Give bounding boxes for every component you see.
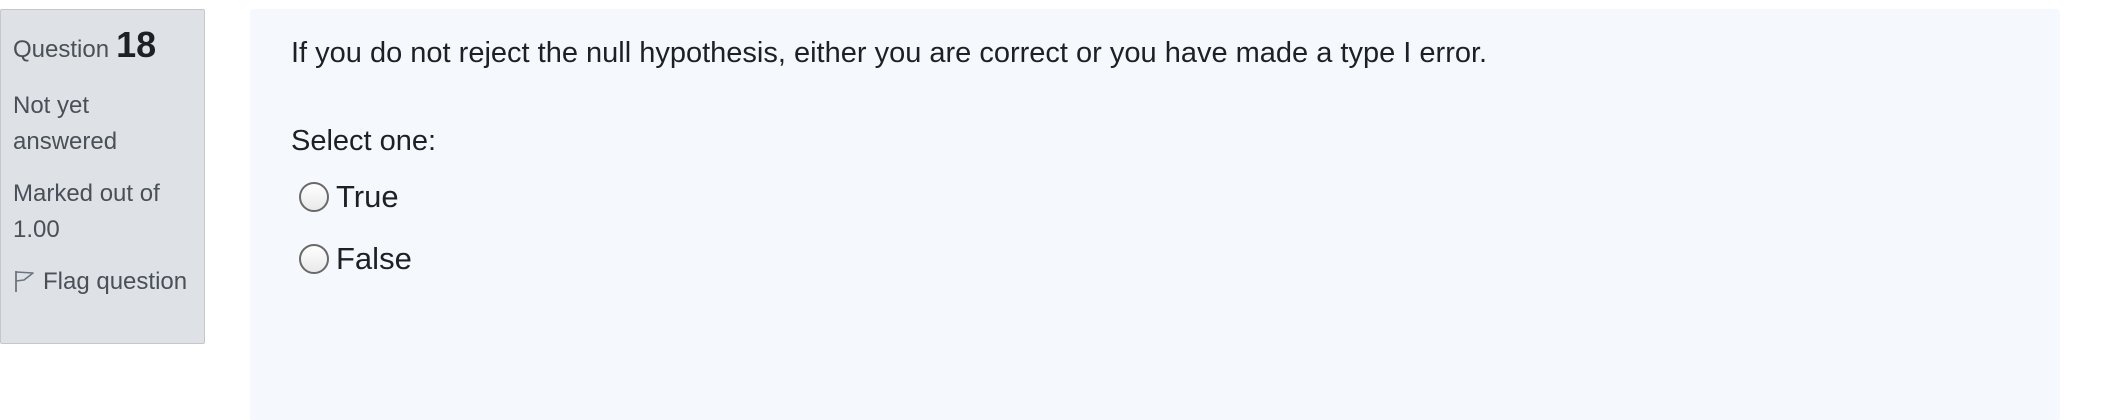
radio-true[interactable] [299,182,329,212]
question-label: Question [13,36,110,63]
question-content: If you do not reject the null hypothesis… [250,9,2060,420]
quiz-page: Question 18 Not yet answered Marked out … [0,0,2107,420]
answer-option-true[interactable]: True [299,179,399,215]
question-grade: Marked out of 1.00 [13,180,160,243]
answer-option-false[interactable]: False [299,241,412,277]
question-number: 18 [116,24,157,65]
question-state: Not yet answered [13,92,118,155]
answer-prompt: Select one: [291,125,437,157]
question-text: If you do not reject the null hypothesis… [291,37,1488,69]
answer-label-true: True [336,179,399,214]
answer-label-false: False [336,241,412,276]
flag-question-label: Flag question [43,268,188,295]
radio-false[interactable] [299,244,329,274]
question-number-heading: Question 18 [13,24,204,66]
flag-question-button[interactable]: Flag question [13,264,204,300]
question-info-panel: Question 18 Not yet answered Marked out … [0,9,205,344]
flag-icon [15,271,34,292]
